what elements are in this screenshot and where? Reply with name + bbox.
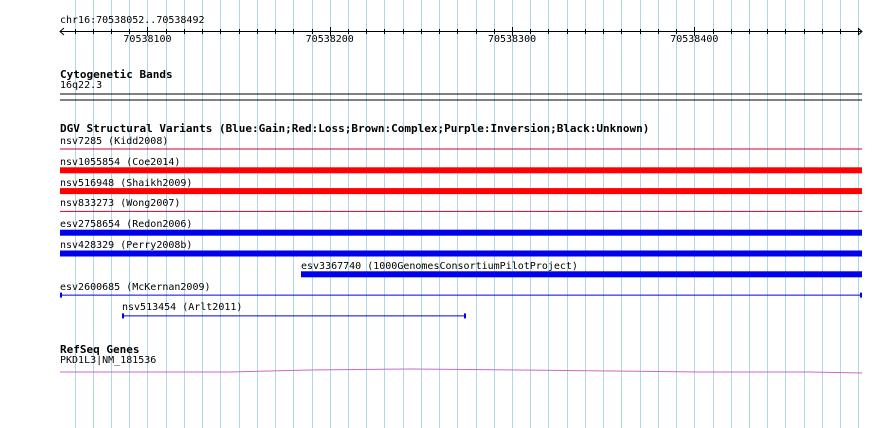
variant-label[interactable]: nsv428329 (Perry2008b)	[60, 240, 192, 252]
ruler-tick-label: 70538100	[123, 34, 172, 45]
ruler-tick-label: 70538300	[487, 34, 537, 45]
variant-label[interactable]: nsv833273 (Wong2007)	[60, 198, 180, 210]
dgv-title: DGV Structural Variants (Blue:Gain;Red:L…	[60, 122, 650, 135]
variant-bar-end-cap	[860, 292, 862, 298]
variant-label[interactable]: nsv513454 (Arlt2011)	[122, 302, 242, 314]
variant-label[interactable]: nsv1055854 (Coe2014)	[60, 157, 180, 169]
variant-label[interactable]: nsv7285 (Kidd2008)	[60, 136, 168, 148]
ruler-tick-label: 70538200	[305, 34, 354, 45]
refseq-gene-label[interactable]: PKD1L3|NM_181536	[60, 355, 156, 367]
coordinate-label: chr16:70538052..70538492	[60, 15, 205, 26]
variant-bar-end-cap	[464, 313, 466, 319]
variant-label[interactable]: esv2600685 (McKernan2009)	[60, 282, 211, 294]
cytoband-name: 16q22.3	[60, 80, 103, 91]
ruler-tick-label: 70538400	[670, 34, 719, 45]
gridlines	[75, 0, 859, 428]
variant-label[interactable]: esv2758654 (Redon2006)	[60, 219, 192, 231]
coordinate-ruler	[59, 27, 863, 36]
variant-label[interactable]: esv3367740 (1000GenomesConsortiumPilotPr…	[301, 261, 578, 273]
variant-label[interactable]: nsv516948 (Shaikh2009)	[60, 178, 192, 190]
cytoband-lines	[60, 93, 862, 101]
gene-track-line	[60, 368, 863, 374]
